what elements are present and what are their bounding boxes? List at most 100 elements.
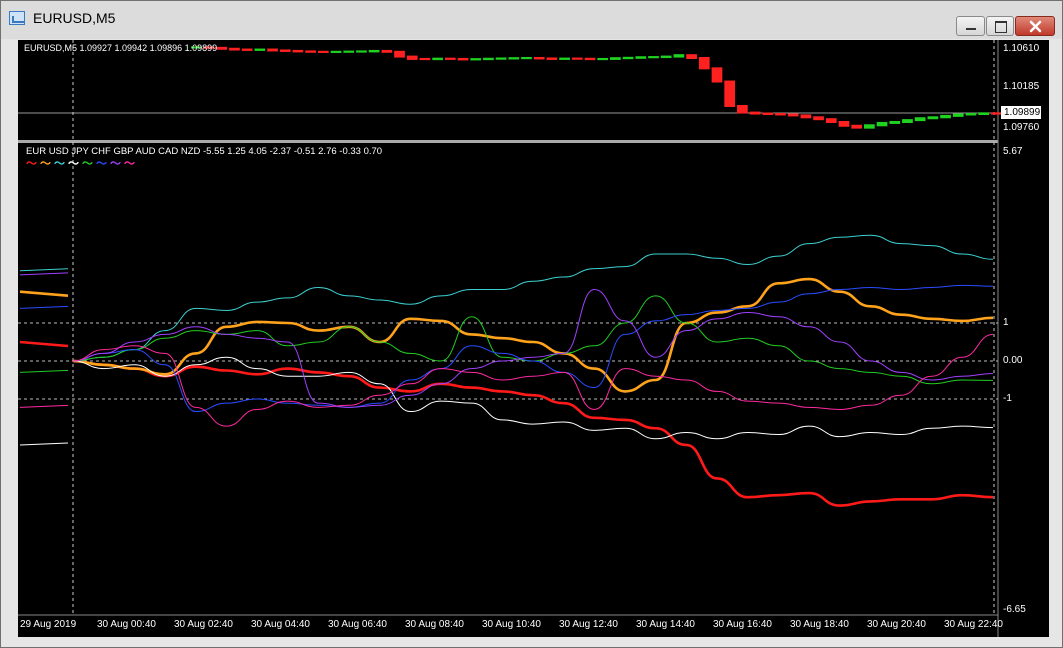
indicator-history-usd bbox=[19, 290, 69, 297]
indicator-axis-label: -6.65 bbox=[1003, 604, 1026, 615]
price-candle bbox=[216, 46, 228, 50]
price-candle bbox=[444, 57, 456, 60]
price-candle bbox=[965, 113, 977, 116]
price-candle bbox=[533, 57, 545, 60]
chart-window-icon bbox=[9, 11, 25, 25]
title-bar[interactable]: EURUSD,M5 bbox=[1, 1, 1062, 39]
price-candle bbox=[559, 57, 570, 60]
price-candle bbox=[343, 50, 355, 53]
indicator-line-usd bbox=[72, 277, 994, 393]
price-candle bbox=[775, 113, 786, 116]
price-candle bbox=[698, 57, 710, 70]
price-candle bbox=[279, 49, 291, 52]
price-axis-label: 1.10610 bbox=[1003, 43, 1040, 54]
price-candle bbox=[686, 54, 697, 59]
price-candle bbox=[800, 114, 812, 119]
price-candle bbox=[394, 50, 405, 58]
time-axis-label: 30 Aug 22:40 bbox=[944, 619, 1003, 630]
indicator-axis-label: 5.67 bbox=[1003, 146, 1023, 157]
price-candle bbox=[876, 121, 888, 127]
price-candle bbox=[648, 56, 659, 59]
legend-swatch-aud: 〜 bbox=[96, 158, 107, 170]
indicator-line-aud bbox=[72, 284, 994, 413]
maximize-button[interactable] bbox=[986, 16, 1014, 36]
price-candle bbox=[356, 50, 367, 53]
legend-swatch-chf: 〜 bbox=[68, 158, 79, 170]
price-candle bbox=[711, 67, 723, 83]
price-series bbox=[191, 46, 1002, 129]
price-candle bbox=[483, 57, 494, 61]
price-candle bbox=[927, 116, 939, 120]
price-candle bbox=[521, 57, 532, 60]
maximize-icon bbox=[995, 21, 1007, 33]
minimize-icon bbox=[966, 28, 976, 30]
legend-swatch-eur: 〜 bbox=[26, 158, 37, 170]
time-axis-label: 29 Aug 2019 bbox=[20, 619, 77, 630]
price-candle bbox=[368, 49, 380, 53]
indicator-line-nzd bbox=[72, 333, 994, 427]
price-candle bbox=[292, 49, 304, 53]
price-axis-label: 1.10185 bbox=[1003, 81, 1040, 92]
price-candle bbox=[864, 124, 875, 129]
price-candle bbox=[610, 57, 621, 60]
price-candle bbox=[419, 57, 431, 61]
indicator-history-nzd bbox=[19, 404, 69, 408]
window-title: EURUSD,M5 bbox=[33, 10, 116, 26]
price-candle bbox=[749, 111, 761, 115]
price-candle bbox=[457, 57, 469, 61]
price-candle bbox=[229, 47, 240, 51]
indicator-history-jpy bbox=[19, 268, 69, 272]
time-axis-label: 30 Aug 14:40 bbox=[636, 619, 695, 630]
price-candle bbox=[787, 113, 799, 117]
indicator-line-eur bbox=[72, 359, 994, 507]
price-candle bbox=[584, 57, 596, 61]
price-candle bbox=[889, 121, 901, 124]
time-axis-label: 30 Aug 10:40 bbox=[482, 619, 541, 630]
minimize-button[interactable] bbox=[956, 16, 985, 36]
price-candle bbox=[241, 48, 253, 51]
price-candle bbox=[724, 80, 736, 107]
indicator-history-cad bbox=[19, 272, 69, 276]
close-button[interactable] bbox=[1015, 16, 1055, 36]
chart-canvas[interactable] bbox=[18, 40, 1049, 637]
time-axis-label: 30 Aug 08:40 bbox=[405, 619, 464, 630]
price-candle bbox=[546, 57, 558, 60]
price-candle bbox=[571, 57, 583, 60]
time-axis-label: 30 Aug 04:40 bbox=[251, 619, 310, 630]
legend-swatch-usd: 〜 bbox=[40, 158, 51, 170]
price-candle bbox=[978, 112, 989, 115]
time-axis-label: 30 Aug 00:40 bbox=[97, 619, 156, 630]
price-candle bbox=[330, 50, 342, 53]
price-candle bbox=[622, 56, 634, 60]
indicator-line-cad bbox=[72, 289, 994, 408]
chart-area[interactable]: EURUSD,M5 1.09927 1.09942 1.09896 1.0989… bbox=[18, 40, 1049, 637]
legend-swatch-nzd: 〜 bbox=[124, 158, 135, 170]
price-axis-label: 1.09760 bbox=[1003, 122, 1040, 133]
indicator-axis-label: -1 bbox=[1003, 393, 1012, 404]
close-icon bbox=[1029, 20, 1042, 33]
legend-swatch-cad: 〜 bbox=[110, 158, 121, 170]
time-axis-label: 30 Aug 20:40 bbox=[867, 619, 926, 630]
time-axis-label: 30 Aug 06:40 bbox=[328, 619, 387, 630]
indicator-axis-label: 1 bbox=[1003, 317, 1009, 328]
price-candle bbox=[660, 55, 672, 59]
price-candle bbox=[305, 50, 316, 53]
price-candle bbox=[902, 119, 913, 123]
indicator-label: EUR USD JPY CHF GBP AUD CAD NZD -5.55 1.… bbox=[26, 146, 383, 157]
price-candle bbox=[597, 57, 609, 61]
indicator-history-chf bbox=[19, 442, 69, 446]
price-candle bbox=[737, 105, 748, 114]
price-candle bbox=[825, 118, 837, 123]
time-axis-label: 30 Aug 02:40 bbox=[174, 619, 233, 630]
price-candle bbox=[381, 49, 393, 53]
price-candle bbox=[267, 48, 278, 52]
price-candle bbox=[508, 57, 520, 60]
price-candle bbox=[635, 56, 647, 59]
indicator-lines bbox=[19, 234, 994, 507]
price-candle bbox=[495, 57, 507, 60]
price-panel-label: EURUSD,M5 1.09927 1.09942 1.09896 1.0989… bbox=[24, 43, 218, 53]
price-candle bbox=[762, 112, 774, 115]
panel-separator[interactable] bbox=[18, 140, 998, 143]
price-candle bbox=[940, 114, 951, 119]
indicator-axis-label: 0.00 bbox=[1003, 355, 1023, 366]
